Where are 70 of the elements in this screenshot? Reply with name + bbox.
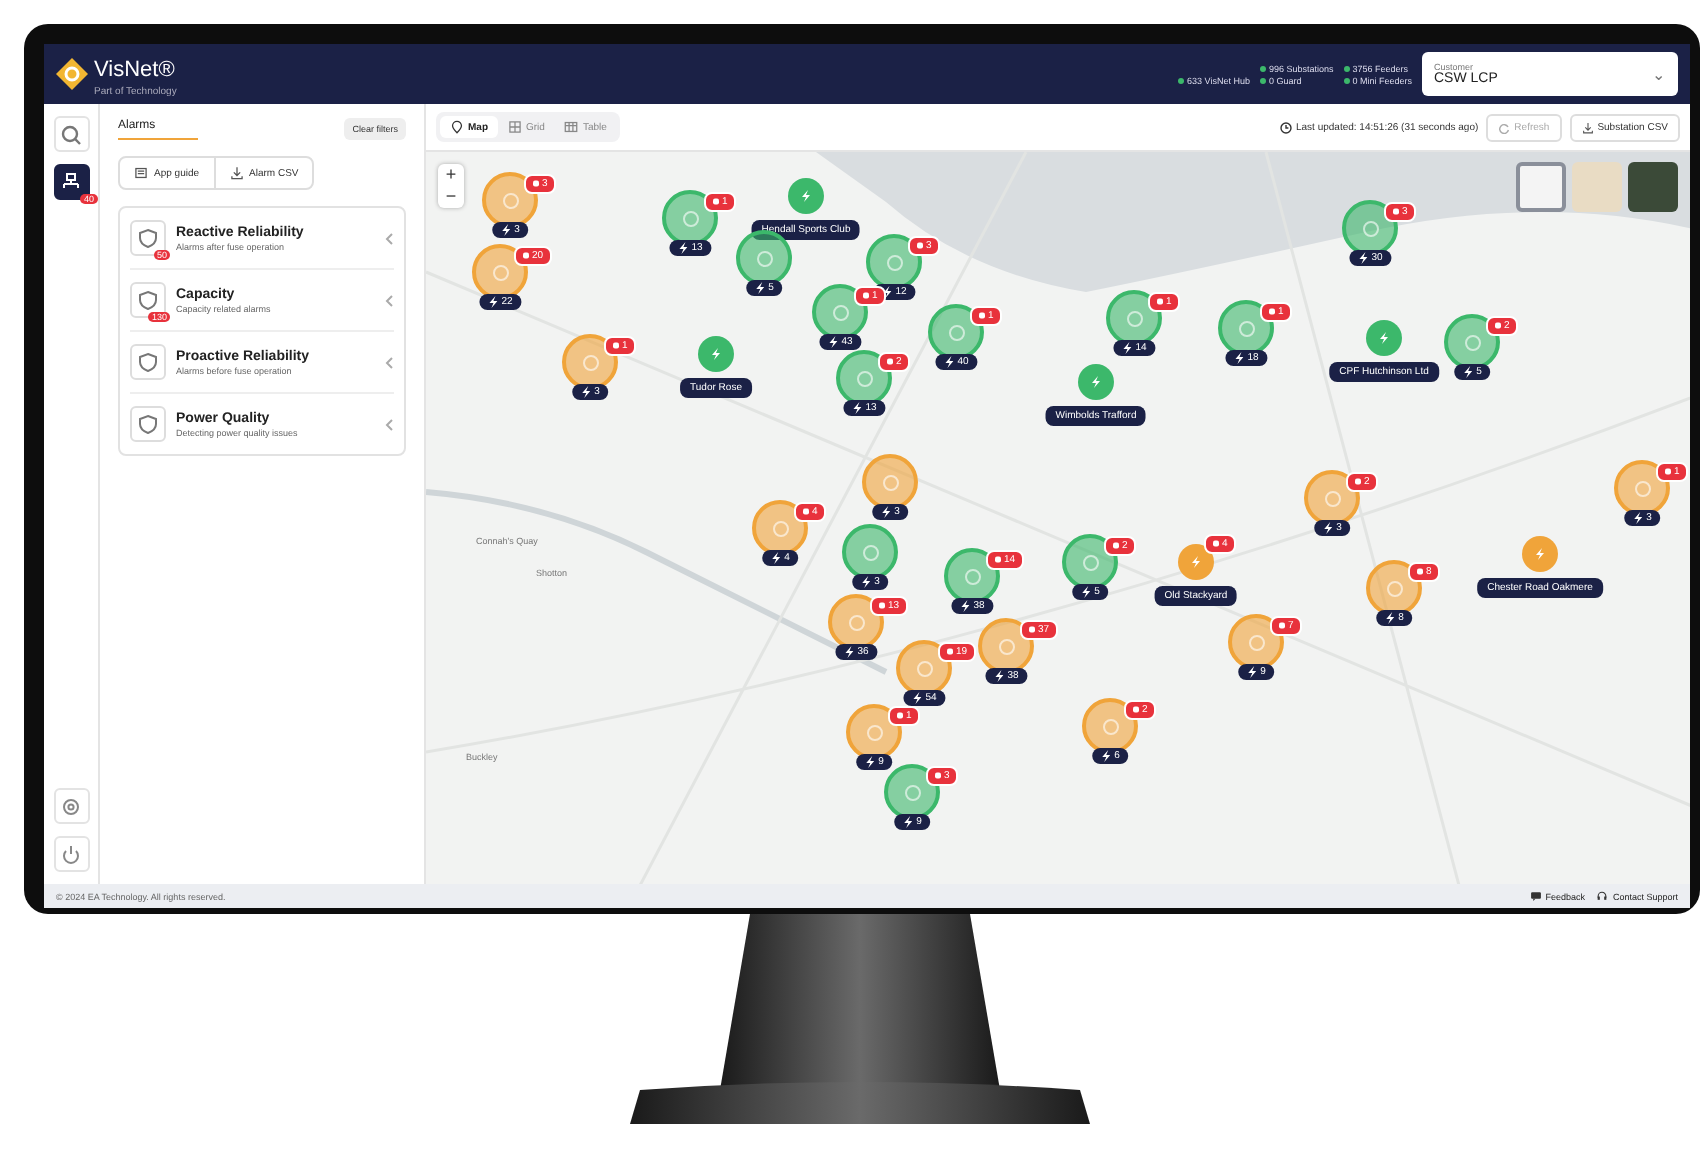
bolt-icon (1384, 612, 1395, 624)
power-button[interactable] (53, 836, 89, 872)
status-dot (1178, 77, 1185, 83)
map-pin-icon (450, 120, 464, 134)
bolt-icon (827, 336, 838, 348)
bolt-icon (487, 296, 498, 308)
bolt-icon (1121, 342, 1132, 354)
bolt-icon (1090, 375, 1102, 389)
status-dot (1259, 77, 1266, 83)
bolt-icon (580, 386, 591, 398)
grid-icon (508, 120, 522, 134)
brand-name: VisNet® (94, 58, 175, 82)
table-icon (564, 120, 579, 134)
bolt-icon (677, 242, 688, 254)
clock-icon (1279, 121, 1292, 133)
bolt-icon (1246, 666, 1257, 678)
bolt-icon (860, 576, 871, 588)
bolt-icon (500, 224, 511, 236)
bolt-icon (1534, 547, 1546, 561)
search-button[interactable] (53, 116, 89, 152)
zoom-in-button[interactable]: + (438, 164, 464, 186)
download-icon (1581, 121, 1594, 133)
bolt-icon (800, 189, 812, 203)
shield-icon (138, 290, 158, 310)
status-dot (1343, 77, 1350, 83)
bolt-icon (1322, 522, 1333, 534)
bolt-icon (710, 347, 722, 361)
network-icon (60, 171, 82, 193)
settings-button[interactable] (53, 788, 89, 824)
shield-icon (138, 414, 158, 434)
bolt-icon (1080, 586, 1091, 598)
status-dot (1259, 65, 1266, 71)
bolt-icon (911, 692, 922, 704)
refresh-icon (1498, 121, 1511, 133)
book-icon (134, 166, 148, 180)
headset-icon (1596, 890, 1609, 902)
bolt-icon (1100, 750, 1111, 762)
shield-icon (138, 228, 158, 248)
chevron-icon (384, 231, 394, 245)
bolt-icon (993, 670, 1004, 682)
bolt-icon (843, 646, 854, 658)
map-layer-thumbnail[interactable] (1516, 162, 1566, 212)
bolt-icon (1357, 252, 1368, 264)
chevron-icon (384, 355, 394, 369)
map-layer-thumbnail[interactable] (1572, 162, 1622, 212)
bolt-icon (1462, 366, 1473, 378)
bolt-icon (1632, 512, 1643, 524)
bolt-icon (754, 282, 765, 294)
chat-icon (1529, 890, 1542, 902)
download-icon (229, 166, 244, 180)
bolt-icon (851, 402, 862, 414)
bolt-icon (1378, 331, 1390, 345)
zoom-out-button[interactable]: − (438, 186, 464, 208)
bolt-icon (902, 816, 913, 828)
search-icon (60, 123, 82, 145)
bolt-icon (1190, 555, 1202, 569)
logo-icon (56, 58, 88, 90)
bolt-icon (770, 552, 781, 564)
bolt-icon (943, 356, 954, 368)
bolt-icon (880, 506, 891, 518)
status-dot (1343, 65, 1350, 71)
chevron-icon (384, 293, 394, 307)
bolt-icon (864, 756, 875, 768)
chevron-icon (384, 417, 394, 431)
power-icon (60, 843, 82, 865)
bolt-icon (1233, 352, 1244, 364)
map-layer-thumbnail[interactable] (1628, 162, 1678, 212)
bolt-icon (959, 600, 970, 612)
caret-icon: ⌄ (1652, 65, 1666, 83)
shield-icon (138, 352, 158, 372)
